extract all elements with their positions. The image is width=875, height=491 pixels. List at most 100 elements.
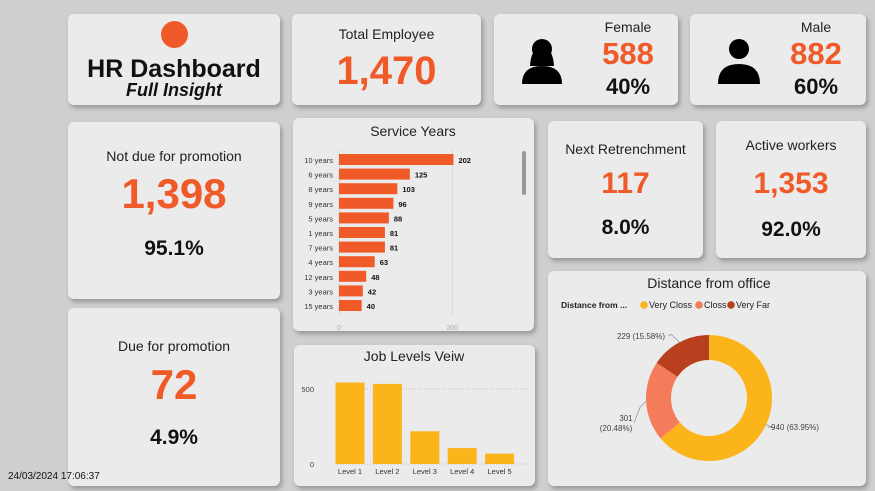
category-label: Level 1	[338, 467, 362, 476]
data-label: 42	[368, 287, 376, 296]
category-label: 7 years	[308, 244, 333, 253]
bar	[339, 154, 454, 165]
x-tick-label: 0	[337, 325, 341, 331]
data-label: 81	[390, 244, 398, 253]
total-employee-card: Total Employee 1,470	[292, 14, 481, 105]
scrollbar	[522, 151, 526, 195]
bar	[339, 270, 367, 282]
due-label: Due for promotion	[117, 338, 231, 354]
data-label: 940 (63.95%)	[771, 423, 819, 432]
legend-swatch	[695, 301, 703, 309]
active-label: Active workers	[745, 137, 837, 153]
active-percent: 92.0%	[761, 218, 821, 241]
data-label: 301	[619, 414, 633, 423]
active-card: Active workers 1,353 92.0%	[716, 121, 866, 258]
female-label: Female	[604, 19, 652, 35]
data-label: 103	[402, 185, 415, 194]
job-levels-card: Job Levels Veiw 500 0 Level 1 Level 2 Level 3…	[294, 345, 535, 486]
category-label: 4 years	[308, 258, 333, 267]
bar	[339, 241, 385, 253]
data-label: (20.48%)	[600, 424, 633, 433]
bar	[339, 197, 394, 209]
chart-title: Service Years	[370, 123, 456, 139]
due-percent: 4.9%	[150, 426, 198, 449]
distance-card: Distance from office Distance from ... Ver…	[548, 271, 866, 486]
category-label: 8 years	[308, 185, 333, 194]
legend-title: Distance from ...	[561, 300, 627, 310]
category-label: 3 years	[308, 287, 333, 296]
category-label: 12 years	[304, 273, 333, 282]
bar	[372, 383, 402, 464]
bar	[410, 431, 440, 464]
male-card: Male 882 60%	[690, 14, 866, 105]
timestamp: 24/03/2024 17:06:37	[8, 471, 100, 482]
data-label: 125	[415, 171, 428, 180]
leader-line	[633, 400, 647, 424]
category-label: 10 years	[304, 156, 333, 165]
logo-circle	[161, 21, 188, 48]
category-label: 6 years	[308, 171, 333, 180]
service-years-card: Service Years 0 200 10 years 202 6 years 125 8 …	[293, 118, 534, 331]
y-tick-label: 500	[301, 385, 314, 394]
not-due-value: 1,398	[121, 170, 227, 217]
data-label: 40	[367, 302, 375, 311]
bar	[339, 227, 385, 238]
female-count: 588	[602, 36, 654, 71]
male-person-icon	[718, 39, 760, 84]
female-card: Female 588 40%	[494, 14, 678, 105]
data-label: 81	[390, 229, 398, 238]
bar	[485, 453, 515, 464]
bar	[339, 212, 389, 224]
legend-item: Very Closs	[649, 300, 693, 310]
category-label: Level 5	[488, 467, 512, 476]
bar	[339, 183, 398, 195]
retrenchment-value: 117	[601, 167, 650, 200]
leader-line	[667, 333, 680, 343]
category-label: 15 years	[304, 302, 333, 311]
category-label: 1 years	[308, 229, 333, 238]
data-label: 96	[398, 200, 406, 209]
data-label: 229 (15.58%)	[617, 332, 665, 341]
x-tick-label: 200	[446, 325, 458, 331]
bar	[339, 168, 410, 180]
legend-swatch	[640, 301, 648, 309]
chart-title: Job Levels Veiw	[364, 348, 465, 364]
category-label: 9 years	[308, 200, 333, 209]
not-due-percent: 95.1%	[144, 237, 204, 260]
data-label: 88	[394, 214, 402, 223]
legend-item: Very Far	[736, 300, 770, 310]
total-employee-label: Total Employee	[338, 26, 435, 42]
data-label: 48	[371, 273, 379, 282]
due-card: Due for promotion 72 4.9%	[68, 308, 280, 486]
bar	[339, 300, 362, 311]
category-label: Level 4	[450, 467, 474, 476]
category-label: 5 years	[308, 214, 333, 223]
bar	[447, 448, 477, 464]
not-due-card: Not due for promotion 1,398 95.1%	[68, 122, 280, 299]
legend-item: Closs	[704, 300, 727, 310]
y-tick-label: 0	[310, 460, 314, 469]
retrenchment-card: Next Retrenchment 117 8.0%	[548, 121, 703, 258]
total-employee-value: 1,470	[336, 49, 437, 93]
due-value: 72	[150, 361, 198, 408]
header-card: HR Dashboard Full Insight	[68, 14, 280, 105]
active-value: 1,353	[753, 167, 829, 200]
service-years-chart: Service Years 0 200 10 years 202 6 years 125 8 …	[304, 123, 526, 331]
not-due-label: Not due for promotion	[106, 148, 242, 164]
male-percent: 60%	[793, 74, 839, 99]
retrenchment-percent: 8.0%	[601, 216, 650, 239]
category-label: Level 3	[413, 467, 437, 476]
male-label: Male	[800, 19, 832, 35]
retrenchment-label: Next Retrenchment	[565, 141, 686, 157]
bar	[339, 285, 363, 297]
female-percent: 40%	[605, 74, 651, 99]
female-person-icon	[522, 39, 562, 84]
category-label: Level 2	[375, 467, 399, 476]
distance-donut-chart: Distance from office Distance from ... Ver…	[561, 275, 819, 461]
bar	[339, 256, 375, 268]
job-levels-chart: Job Levels Veiw 500 0 Level 1 Level 2 Level 3…	[301, 348, 528, 476]
legend-swatch	[727, 301, 735, 309]
data-label: 202	[458, 156, 471, 165]
bar	[335, 382, 365, 464]
page-subtitle: Full Insight	[126, 80, 222, 100]
